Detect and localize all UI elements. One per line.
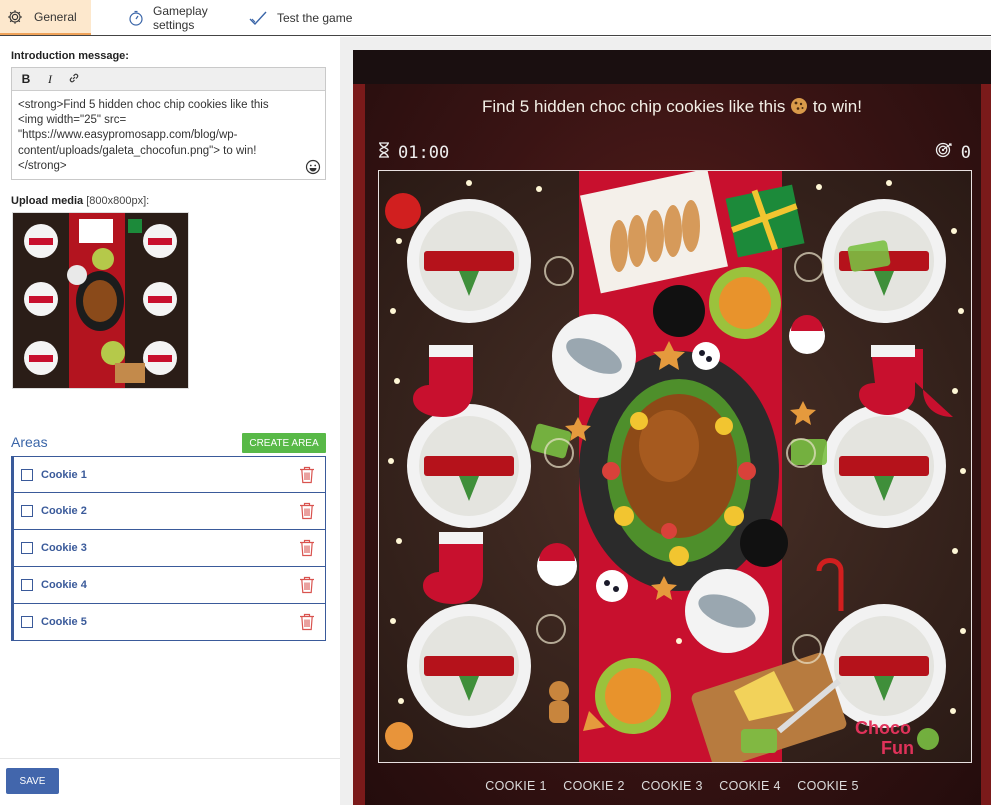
area-square-icon — [21, 579, 33, 591]
cookie-label-5: COOKIE 5 — [797, 779, 859, 793]
cookie-label-1: COOKIE 1 — [485, 779, 547, 793]
game-title-text: Find 5 hidden choc chip cookies like thi… — [482, 97, 786, 116]
cookie-label-3: COOKIE 3 — [641, 779, 703, 793]
areas-title: Areas — [11, 434, 48, 450]
game-preview: Find 5 hidden choc chip cookies like thi… — [353, 50, 991, 805]
upload-media-title: Upload media — [11, 195, 84, 207]
area-row-cookie-1[interactable]: Cookie 1 — [11, 456, 326, 493]
area-row-cookie-5[interactable]: Cookie 5 — [11, 604, 326, 641]
tab-general[interactable]: General — [0, 0, 91, 35]
trash-icon[interactable] — [299, 576, 315, 594]
editor-toolbar: B I — [12, 68, 325, 91]
game-title-suffix: to win! — [812, 97, 862, 116]
cookie-label-2: COOKIE 2 — [563, 779, 625, 793]
area-square-icon — [21, 505, 33, 517]
game-title: Find 5 hidden choc chip cookies like thi… — [353, 97, 991, 117]
cookie-progress-labels: COOKIE 1 COOKIE 2 COOKIE 3 COOKIE 4 COOK… — [353, 779, 991, 793]
trash-icon[interactable] — [299, 502, 315, 520]
preview-top-bar — [353, 50, 991, 84]
intro-message-text[interactable]: <strong>Find 5 hidden choc chip cookies … — [18, 98, 303, 174]
upload-media-hint: [800x800px]: — [86, 195, 150, 207]
game-timer: 01:00 — [378, 142, 449, 163]
gear-icon — [6, 8, 24, 26]
app-root: General Gameplay settings Test the game … — [0, 0, 991, 805]
tab-test-the-game-label: Test the game — [277, 10, 353, 25]
hourglass-icon — [378, 142, 390, 163]
check-icon — [249, 9, 267, 27]
area-name: Cookie 3 — [41, 542, 87, 554]
upload-media-label: Upload media [800x800px]: — [11, 195, 149, 207]
tab-gameplay-settings[interactable]: Gameplay settings — [91, 0, 237, 35]
tab-bar: General Gameplay settings Test the game — [0, 0, 991, 36]
intro-message-label: Introduction message: — [11, 50, 129, 62]
settings-panel: Introduction message: B I <strong>Find 5… — [0, 37, 340, 805]
area-name: Cookie 2 — [41, 505, 87, 517]
tab-test-the-game[interactable]: Test the game — [237, 0, 366, 35]
save-button[interactable]: SAVE — [6, 768, 59, 794]
area-name: Cookie 4 — [41, 579, 87, 591]
area-name: Cookie 1 — [41, 468, 87, 481]
link-icon[interactable] — [68, 72, 80, 87]
tab-general-label: General — [34, 9, 77, 24]
trash-icon[interactable] — [299, 539, 315, 557]
intro-message-editor[interactable]: B I <strong>Find 5 hidden choc chip cook… — [11, 67, 326, 180]
emoji-icon[interactable] — [305, 159, 321, 175]
game-board-image[interactable]: Choco Fun — [378, 170, 972, 763]
area-square-icon — [21, 542, 33, 554]
footer-divider — [0, 758, 340, 759]
area-square-icon — [21, 468, 33, 481]
brand-logo-choco: Choco — [855, 718, 911, 738]
tab-gameplay-settings-label: Gameplay settings — [153, 3, 208, 32]
stopwatch-icon — [127, 9, 145, 27]
uploaded-media-thumbnail[interactable] — [12, 212, 189, 389]
italic-button[interactable]: I — [44, 72, 56, 87]
cookie-label-4: COOKIE 4 — [719, 779, 781, 793]
area-square-icon — [21, 616, 33, 628]
trash-icon[interactable] — [299, 613, 315, 631]
brand-logo-fun: Fun — [881, 738, 914, 758]
found-counter: 0 — [935, 142, 971, 163]
timer-value: 01:00 — [398, 142, 450, 163]
area-row-cookie-3[interactable]: Cookie 3 — [11, 530, 326, 567]
trash-icon[interactable] — [299, 466, 315, 484]
bold-button[interactable]: B — [20, 72, 32, 86]
create-area-button[interactable]: CREATE AREA — [242, 433, 326, 453]
area-name: Cookie 5 — [41, 616, 87, 628]
target-icon — [935, 142, 953, 163]
found-value: 0 — [960, 142, 971, 163]
areas-list: Cookie 1 Cookie 2 Cookie 3 Cookie 4 Cook… — [11, 456, 326, 641]
cookie-icon — [790, 97, 808, 115]
area-row-cookie-4[interactable]: Cookie 4 — [11, 567, 326, 604]
area-row-cookie-2[interactable]: Cookie 2 — [11, 493, 326, 530]
